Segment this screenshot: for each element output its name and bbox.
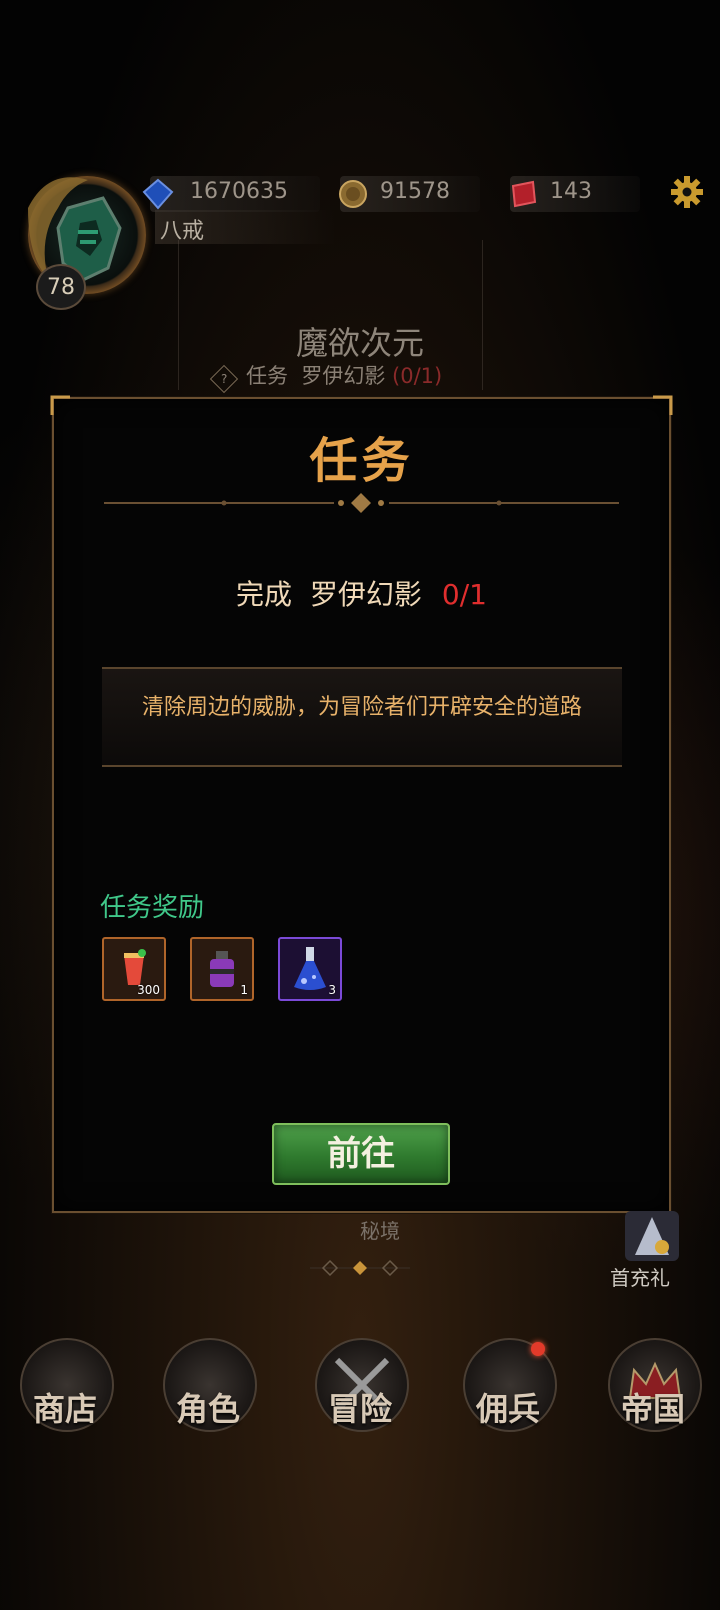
gold-value: 91578 bbox=[380, 179, 450, 204]
reward-qty: 1 bbox=[240, 983, 248, 997]
go-button[interactable]: 前往 bbox=[272, 1123, 450, 1185]
nav-empire[interactable]: 帝国 bbox=[598, 1330, 708, 1440]
player-avatar[interactable]: 78 bbox=[8, 168, 158, 310]
corner-ornament-icon bbox=[653, 395, 673, 415]
player-name: 八戒 bbox=[160, 219, 205, 244]
reward-qty: 300 bbox=[137, 983, 160, 997]
secret-realm-label: 秘境 bbox=[360, 1219, 400, 1243]
nav-label: 冒险 bbox=[327, 1390, 392, 1428]
nav-adventure[interactable]: 冒险 bbox=[305, 1330, 415, 1440]
nav-label: 帝国 bbox=[620, 1390, 685, 1428]
crystal-value: 143 bbox=[550, 179, 592, 204]
level-badge: 78 bbox=[36, 264, 86, 310]
first-recharge-icon[interactable] bbox=[617, 1205, 687, 1265]
bottom-nav: 商店 角色 冒险 佣兵 帝国 bbox=[0, 1330, 720, 1440]
red-crystal-icon bbox=[511, 180, 537, 208]
gold-coin-icon bbox=[339, 180, 367, 208]
diamond-icon bbox=[142, 178, 174, 210]
objective-progress: 0/1 bbox=[441, 578, 487, 611]
page-indicator bbox=[310, 1259, 410, 1277]
nav-shop[interactable]: 商店 bbox=[10, 1330, 120, 1440]
nav-mercenary[interactable]: 佣兵 bbox=[453, 1330, 563, 1440]
dialog-title: 任务 bbox=[309, 433, 414, 489]
reward-item[interactable]: 3 bbox=[278, 937, 342, 1001]
gear-icon[interactable] bbox=[670, 175, 704, 209]
objective-target: 罗伊幻影 bbox=[309, 578, 422, 611]
first-recharge-label[interactable]: 首充礼 bbox=[610, 1262, 670, 1291]
zone-title: 魔欲次元 bbox=[295, 324, 424, 362]
reward-qty: 3 bbox=[328, 983, 336, 997]
quest-target: 罗伊幻影 bbox=[301, 364, 386, 388]
diamond-value: 1670635 bbox=[190, 179, 288, 204]
nav-label: 角色 bbox=[175, 1390, 240, 1428]
description-box: 清除周边的威胁，为冒险者们开辟安全的道路 bbox=[102, 667, 622, 767]
reward-item[interactable]: 300 bbox=[102, 937, 166, 1001]
reward-item[interactable]: 1 bbox=[190, 937, 254, 1001]
quest-dialog: 任务 完成 罗伊幻影 0/1 清除周边的威胁，为冒险者们开辟安全的道路 任务奖励 … bbox=[50, 395, 673, 1213]
nav-label: 商店 bbox=[32, 1390, 97, 1428]
corner-ornament-icon bbox=[50, 395, 70, 415]
quest-prefix: 任务 bbox=[246, 364, 288, 388]
reward-label: 任务奖励 bbox=[100, 893, 205, 923]
quest-objective: 完成 罗伊幻影 0/1 bbox=[54, 573, 669, 613]
quest-progress: (0/1) bbox=[392, 364, 443, 388]
objective-verb: 完成 bbox=[236, 578, 293, 611]
quest-description: 清除周边的威胁，为冒险者们开辟安全的道路 bbox=[141, 695, 582, 720]
notification-dot bbox=[531, 1342, 545, 1356]
hint-icon: ? bbox=[209, 364, 239, 394]
ornamental-divider bbox=[104, 493, 619, 513]
map-divider-left bbox=[178, 240, 179, 390]
map-divider-right bbox=[482, 240, 483, 390]
nav-character[interactable]: 角色 bbox=[153, 1330, 263, 1440]
nav-label: 佣兵 bbox=[475, 1390, 540, 1428]
zone-quest-tracker[interactable]: ? 任务 罗伊幻影 (0/1) bbox=[209, 360, 443, 394]
